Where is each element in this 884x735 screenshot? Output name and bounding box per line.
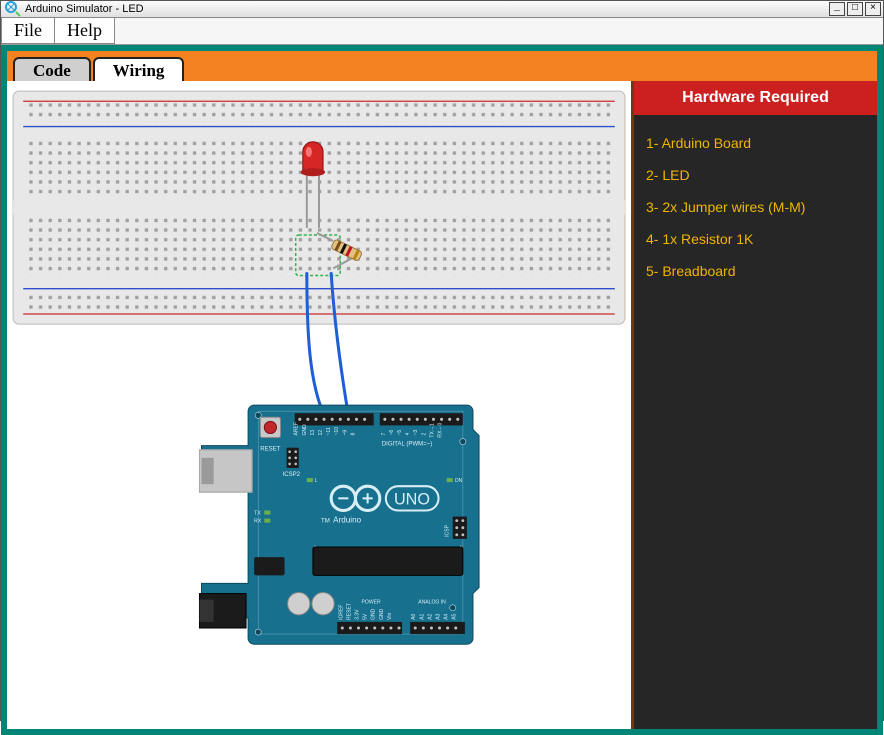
svg-text:4: 4	[405, 433, 411, 436]
menu-help[interactable]: Help	[55, 18, 115, 44]
svg-text:Arduino: Arduino	[333, 516, 361, 525]
menubar: File Help	[1, 18, 883, 45]
svg-text:13: 13	[310, 430, 316, 436]
svg-text:UNO: UNO	[394, 490, 430, 508]
svg-text:5V: 5V	[363, 613, 369, 620]
svg-text:~6: ~6	[389, 430, 395, 436]
voltage-regulator	[254, 557, 284, 575]
app-body: Code Wiring	[1, 45, 883, 735]
svg-text:8: 8	[350, 433, 356, 436]
hardware-panel: Hardware Required 1- Arduino Board 2- LE…	[631, 81, 877, 729]
svg-text:3.3V: 3.3V	[355, 609, 361, 620]
svg-text:RX: RX	[254, 519, 262, 525]
digital-label: DIGITAL (PWM=~)	[382, 442, 433, 448]
icsp2-label: ICSP2	[283, 472, 301, 478]
svg-text:A4: A4	[444, 614, 450, 620]
icsp2-header	[287, 448, 299, 468]
svg-text:IOREF: IOREF	[338, 604, 344, 619]
dc-jack	[199, 594, 246, 628]
analog-label: ANALOG IN	[418, 600, 446, 606]
svg-text:RX←0: RX←0	[438, 423, 444, 438]
wiring-scene: RESET ICSP2	[7, 81, 631, 729]
tab-code[interactable]: Code	[13, 57, 91, 81]
list-item: 3- 2x Jumper wires (M-M)	[644, 191, 867, 223]
maximize-button[interactable]: □	[847, 2, 863, 16]
svg-text:A3: A3	[436, 614, 442, 620]
svg-text:TX: TX	[254, 511, 261, 517]
list-item: 4- 1x Resistor 1K	[644, 223, 867, 255]
svg-text:Vin: Vin	[387, 613, 393, 620]
usb-port	[199, 450, 252, 493]
svg-text:2: 2	[421, 433, 427, 436]
close-button[interactable]: ×	[865, 2, 881, 16]
svg-text:~11: ~11	[326, 427, 332, 435]
svg-text:TM: TM	[321, 519, 330, 525]
tab-wiring[interactable]: Wiring	[93, 57, 185, 81]
svg-text:A1: A1	[419, 614, 425, 620]
capacitor-1	[288, 593, 310, 615]
svg-text:~10: ~10	[334, 427, 340, 436]
svg-text:RESET: RESET	[346, 603, 352, 620]
content-row: RESET ICSP2	[7, 81, 877, 729]
power-header[interactable]	[337, 622, 402, 634]
svg-text:~3: ~3	[413, 430, 419, 436]
svg-text:7: 7	[381, 433, 387, 436]
svg-text:A5: A5	[452, 614, 458, 620]
power-label: POWER	[362, 600, 381, 606]
microcontroller-chip	[313, 547, 463, 575]
svg-text:A0: A0	[411, 614, 417, 620]
svg-text:GND: GND	[302, 424, 308, 436]
arduino-board[interactable]: RESET ICSP2	[199, 405, 479, 644]
reset-button[interactable]	[260, 417, 280, 437]
wiring-canvas[interactable]: RESET ICSP2	[7, 81, 631, 729]
list-item: 1- Arduino Board	[644, 127, 867, 159]
list-item: 2- LED	[644, 159, 867, 191]
window-controls: _ □ ×	[827, 2, 881, 16]
svg-text:12: 12	[318, 430, 324, 436]
tabbar: Code Wiring	[7, 51, 877, 81]
svg-text:TX→1: TX→1	[429, 423, 435, 437]
app-window: Arduino Simulator - LED _ □ × File Help …	[0, 0, 884, 721]
capacitor-2	[312, 593, 334, 615]
reset-label: RESET	[260, 447, 281, 453]
list-item: 5- Breadboard	[644, 255, 867, 287]
svg-text:GND: GND	[371, 608, 377, 620]
svg-text:ICSP: ICSP	[445, 524, 451, 536]
svg-text:~9: ~9	[342, 430, 348, 436]
svg-text:GND: GND	[379, 608, 385, 620]
menu-file[interactable]: File	[1, 18, 55, 44]
titlebar[interactable]: Arduino Simulator - LED _ □ ×	[1, 1, 883, 18]
analog-header[interactable]	[410, 622, 465, 634]
hardware-header: Hardware Required	[634, 81, 877, 115]
minimize-button[interactable]: _	[829, 2, 845, 16]
svg-text:~5: ~5	[397, 430, 403, 436]
svg-text:ON: ON	[455, 478, 463, 484]
app-icon	[5, 1, 21, 17]
hardware-list: 1- Arduino Board 2- LED 3- 2x Jumper wir…	[634, 115, 877, 299]
svg-text:A2: A2	[427, 614, 433, 620]
svg-text:L: L	[315, 478, 318, 484]
window-title: Arduino Simulator - LED	[25, 3, 144, 15]
svg-text:AREF: AREF	[294, 422, 300, 435]
